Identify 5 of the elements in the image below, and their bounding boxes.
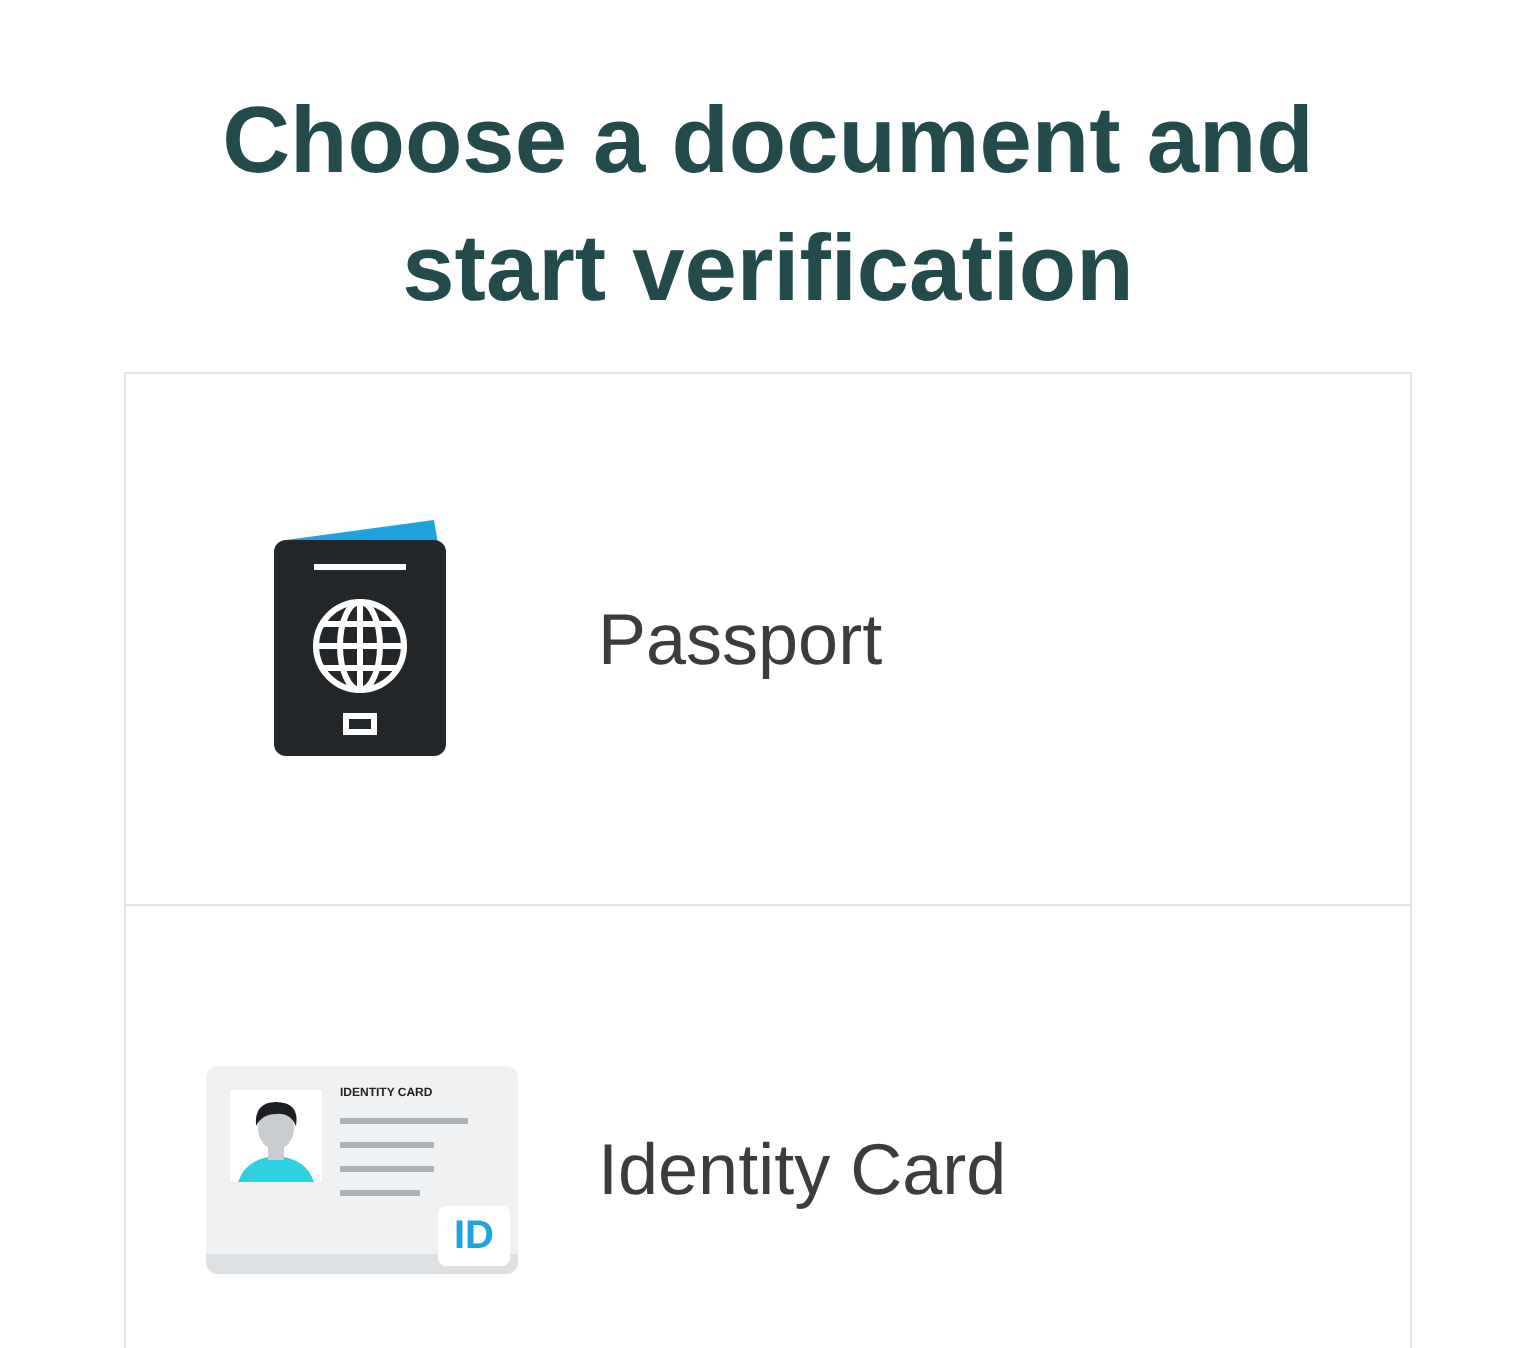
person-figure-icon — [230, 1090, 322, 1182]
document-option[interactable]: Passport — [126, 374, 1410, 904]
id-badge: ID — [438, 1206, 510, 1266]
page-title: Choose a document and start verification — [220, 84, 1316, 324]
passport-icon — [274, 519, 450, 759]
